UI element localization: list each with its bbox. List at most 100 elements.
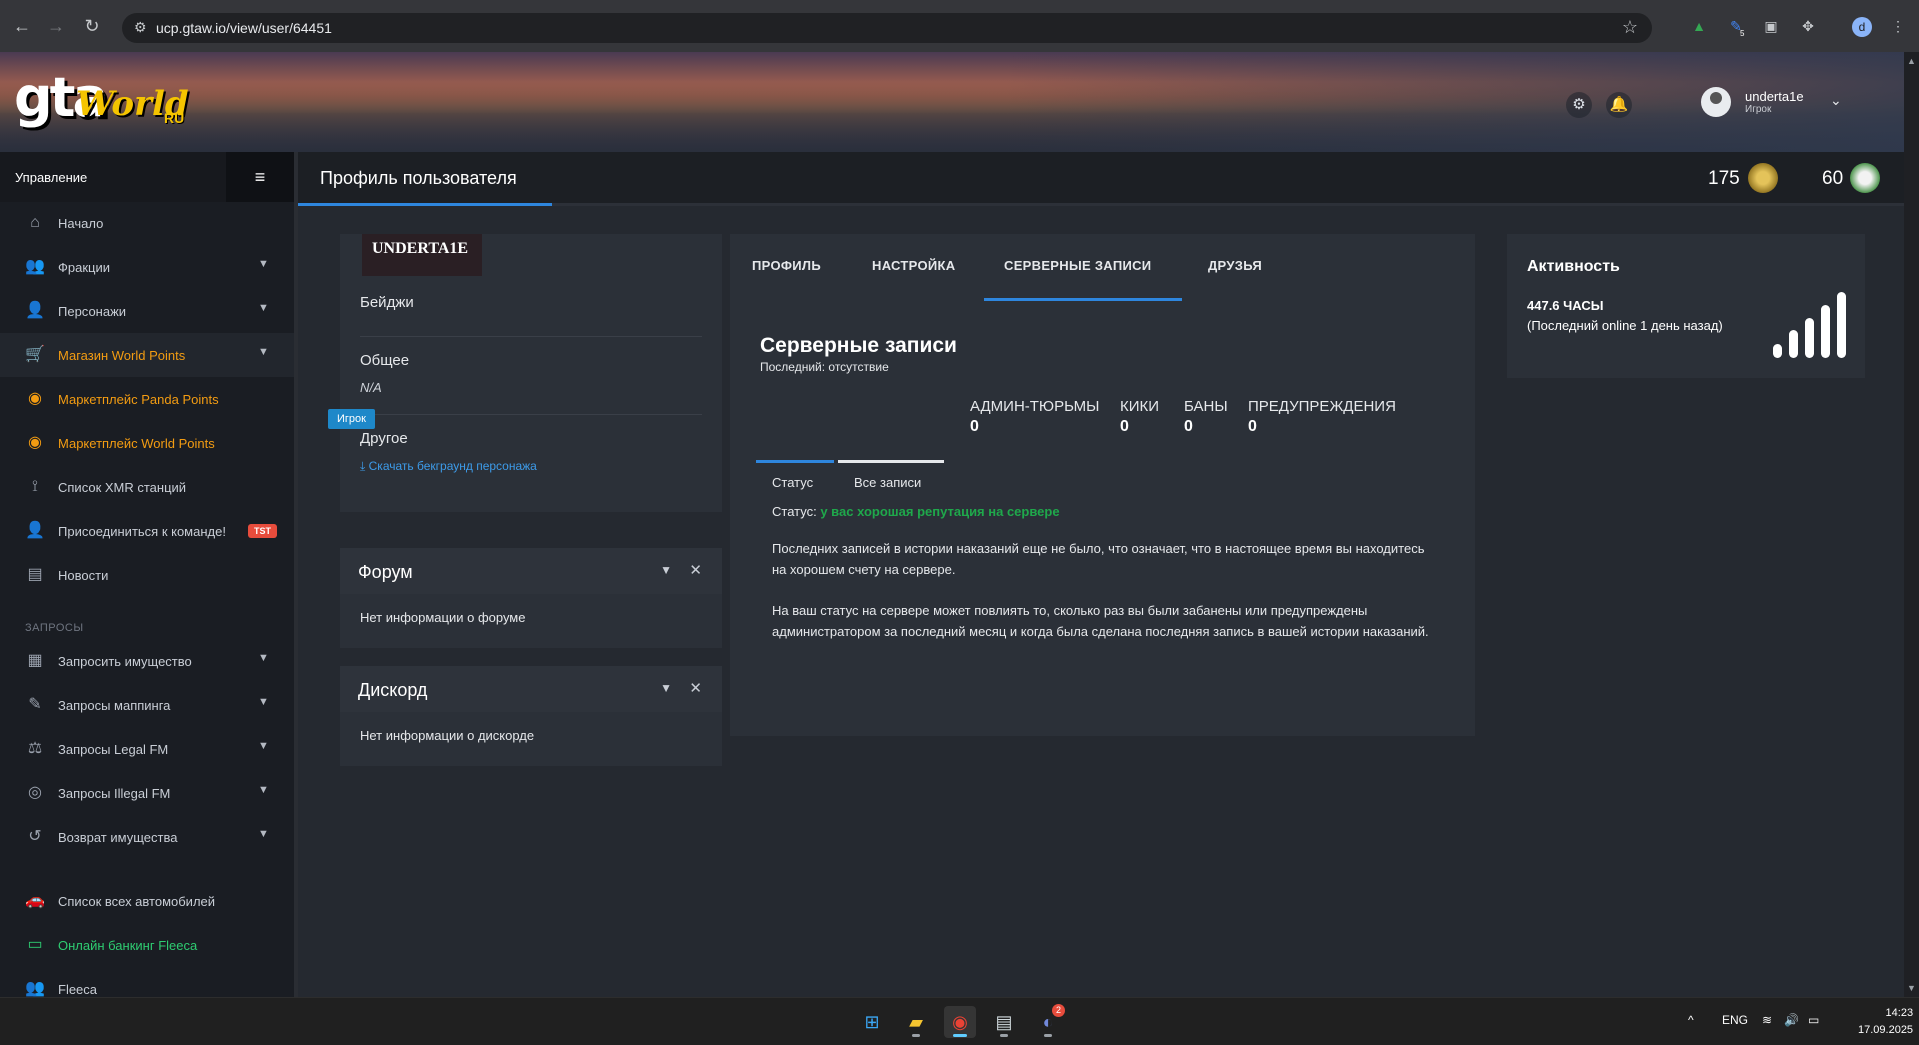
hamburger-menu-icon[interactable]: ≡ (226, 152, 294, 202)
discord-icon[interactable]: ◐ 2 (1032, 1004, 1065, 1038)
extension-shield-icon[interactable]: ▣ (1761, 16, 1781, 36)
discord-widget-header: Дискорд ▼ ✕ (340, 666, 722, 712)
tab-server-records[interactable]: СЕРВЕРНЫЕ ЗАПИСИ (1004, 258, 1151, 273)
signal-bars-icon (1773, 292, 1849, 358)
wifi-icon[interactable]: ≋ (1762, 1013, 1772, 1027)
sidebar-item-label: Запросы Legal FM (58, 742, 169, 757)
divider (360, 336, 702, 337)
general-label: Общее (360, 352, 410, 369)
sidebar-item-label: Запросить имущество (58, 654, 192, 669)
sidebar-item-legal-fm[interactable]: ⚖ Запросы Legal FM ▼ (0, 727, 294, 771)
chevron-down-icon: ▼ (258, 258, 269, 270)
chevron-down-icon[interactable]: ⌄ (1830, 92, 1842, 109)
sidebar-item-label: Маркетплейс World Points (58, 436, 215, 451)
sidebar-item-news[interactable]: ▤ Новости (0, 553, 294, 597)
sidebar-item-join-team[interactable]: 👤 Присоединиться к команде! TST (0, 509, 294, 553)
status-value: у вас хорошая репутация на сервере (820, 504, 1060, 519)
url-text[interactable]: ucp.gtaw.io/view/user/64451 (156, 20, 332, 36)
browser-menu-icon[interactable]: ⋮ (1888, 16, 1908, 36)
battery-icon[interactable]: ▭ (1808, 1013, 1819, 1027)
clock-date: 17.09.2025 (1858, 1024, 1914, 1036)
address-bar[interactable]: ⚙ ucp.gtaw.io/view/user/64451 ☆ (122, 13, 1652, 43)
browser-profile-avatar[interactable]: d (1852, 17, 1872, 37)
sidebar-item-vehicles[interactable]: 🚗 Список всех автомобилей (0, 879, 294, 923)
notepad-icon[interactable]: ▤ (988, 1006, 1020, 1038)
active-indicator (953, 1034, 967, 1037)
sidebar-item-label: Возврат имущества (58, 830, 178, 845)
sidebar-item-home[interactable]: ⌂ Начало (0, 201, 294, 245)
volume-icon[interactable]: 🔊 (1784, 1013, 1799, 1027)
drive-extension-icon[interactable]: ▲ (1689, 16, 1709, 36)
file-explorer-icon[interactable]: ▰ (900, 1006, 932, 1038)
back-arrow-icon[interactable]: ← (10, 14, 34, 38)
counter-value-warnings: 0 (1248, 418, 1257, 435)
download-link-text[interactable]: Скачать бекграунд персонажа (369, 459, 537, 473)
tab-profile[interactable]: ПРОФИЛЬ (752, 258, 821, 273)
taskbar-clock[interactable]: 14:23 17.09.2025 (1858, 1005, 1913, 1039)
records-paragraph-2: На ваш статус на сервере может повлиять … (772, 603, 1429, 639)
tray-overflow-icon[interactable]: ^ (1688, 1013, 1694, 1027)
sidebar-item-fleeca-banking[interactable]: ▭ Онлайн банкинг Fleeca (0, 923, 294, 967)
scroll-up-icon[interactable]: ▲ (1907, 56, 1916, 66)
sidebar-item-label: Запросы маппинга (58, 698, 171, 713)
bank-card-icon: ▭ (27, 936, 43, 953)
sidebar-item-illegal-fm[interactable]: ◎ Запросы Illegal FM ▼ (0, 771, 294, 815)
records-title: Серверные записи (760, 334, 957, 357)
counter-value-admin-jail: 0 (970, 418, 979, 435)
badges-label: Бейджи (360, 294, 414, 311)
windows-start-icon[interactable]: ⊞ (856, 1006, 888, 1038)
reload-icon[interactable]: ↻ (80, 14, 104, 38)
header-username[interactable]: underta1e (1745, 89, 1804, 104)
extensions-puzzle-icon[interactable]: ✥ (1798, 16, 1818, 36)
sidebar-item-characters[interactable]: 👤 Персонажи ▼ (0, 289, 294, 333)
status-label: Статус: (772, 504, 817, 519)
profile-username: UNDERTA1E (372, 240, 469, 257)
sidebar-item-world-marketplace[interactable]: ◉ Маркетплейс World Points (0, 421, 294, 465)
gta-world-logo[interactable]: gta World RU (14, 66, 194, 138)
sidebar-item-property-return[interactable]: ↺ Возврат имущества ▼ (0, 815, 294, 859)
site-info-icon[interactable]: ⚙ (134, 19, 147, 36)
sidebar-item-label: Fleeca (58, 982, 98, 997)
signal-bar-5 (1837, 292, 1846, 358)
forward-arrow-icon[interactable]: → (44, 14, 68, 38)
sidebar-item-request-property[interactable]: ▦ Запросить имущество ▼ (0, 639, 294, 683)
sidebar-item-world-points-shop[interactable]: 🛒 Магазин World Points ▼ (0, 333, 294, 377)
general-value: N/A (360, 380, 382, 395)
language-indicator[interactable]: ENG (1722, 1013, 1748, 1027)
scroll-down-icon[interactable]: ▼ (1907, 983, 1916, 993)
gear-icon[interactable]: ⚙ (1566, 92, 1592, 118)
close-icon[interactable]: ✕ (689, 679, 702, 697)
sidebar-item-xmr-stations[interactable]: ⟟ Список XMR станций (0, 465, 294, 509)
chevron-down-icon: ▼ (258, 828, 269, 840)
sidebar-item-fleeca[interactable]: 👥 Fleeca (0, 967, 294, 997)
bell-icon[interactable]: 🔔 (1606, 92, 1632, 118)
bookmark-star-icon[interactable]: ☆ (1622, 17, 1638, 38)
title-underline (298, 203, 552, 206)
sidebar-item-mapping-requests[interactable]: ✎ Запросы маппинга ▼ (0, 683, 294, 727)
panda-badge-icon (1850, 163, 1880, 193)
divider (360, 414, 702, 415)
page-scrollbar[interactable]: ▲ ▼ (1904, 52, 1919, 997)
sidebar-item-panda-marketplace[interactable]: ◉ Маркетплейс Panda Points (0, 377, 294, 421)
user-avatar[interactable] (1701, 87, 1731, 117)
subtab-all-records[interactable]: Все записи (838, 460, 944, 498)
close-icon[interactable]: ✕ (689, 561, 702, 579)
activity-hours: 447.6 ЧАСЫ (1527, 298, 1604, 313)
extension-icon[interactable]: ✎ 5 (1726, 16, 1746, 38)
counter-label-admin-jail: АДМИН-ТЮРЬМЫ (970, 398, 1100, 415)
collapse-caret-icon[interactable]: ▼ (660, 681, 672, 695)
collapse-caret-icon[interactable]: ▼ (660, 563, 672, 577)
signal-bar-1 (1773, 344, 1782, 358)
active-tab-underline (984, 298, 1182, 301)
running-indicator (1000, 1034, 1008, 1037)
counter-label-bans: БАНЫ (1184, 398, 1228, 415)
counter-label-kicks: КИКИ (1120, 398, 1160, 415)
signal-bar-2 (1789, 330, 1798, 358)
subtab-status[interactable]: Статус (756, 460, 834, 498)
download-background-link[interactable]: ⤓ Скачать бекграунд персонажа (360, 459, 537, 474)
chrome-icon[interactable]: ◉ (944, 1006, 976, 1038)
tab-settings[interactable]: НАСТРОЙКА (872, 258, 955, 273)
tab-friends[interactable]: ДРУЗЬЯ (1208, 258, 1262, 273)
page-titlebar: Профиль пользователя 175 60 (298, 152, 1904, 206)
sidebar-item-factions[interactable]: 👥 Фракции ▼ (0, 245, 294, 289)
